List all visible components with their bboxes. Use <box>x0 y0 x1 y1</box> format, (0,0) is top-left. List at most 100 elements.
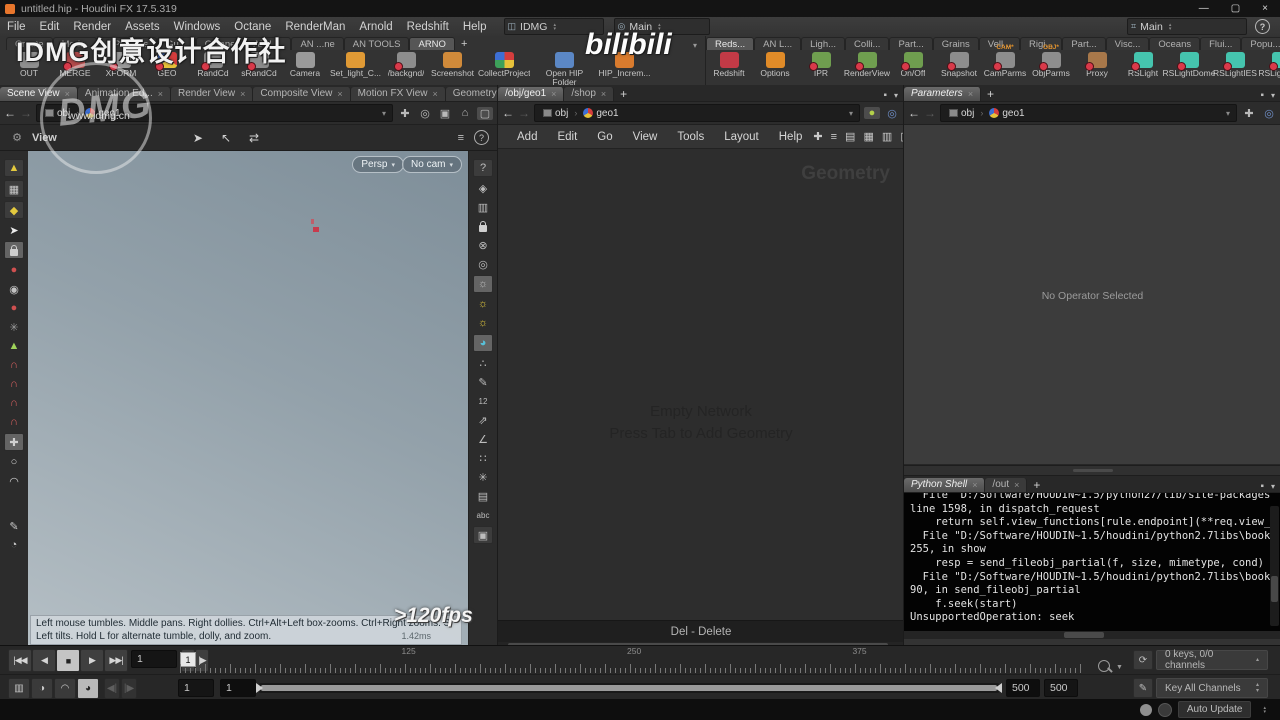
shelf-tab-ligh-[interactable]: Ligh... <box>801 37 846 50</box>
shelf-tool-hip-increm-[interactable]: HIP_Increm... <box>596 52 652 78</box>
show-point-trails-icon[interactable]: ✎ <box>474 374 492 390</box>
spinner-icon[interactable]: ▴ ▾ <box>1169 22 1172 31</box>
global-animation-options-icon[interactable]: ▥ <box>8 678 30 699</box>
headlight-icon[interactable]: ☼ <box>473 275 493 293</box>
play-reverse-button[interactable]: ◀ <box>32 649 56 672</box>
path-field[interactable]: obj › geo1 ▾ <box>534 104 860 122</box>
snap-options-icon[interactable]: ▦ <box>4 180 24 198</box>
breadcrumb-geo1[interactable]: geo1 <box>985 106 1028 120</box>
shelf-tool-rslighties[interactable]: RSLightIES <box>1212 52 1258 78</box>
shelf-tab-colli-[interactable]: Colli... <box>845 37 890 50</box>
close-icon[interactable]: × <box>968 89 973 99</box>
shelf-tool-geo[interactable]: GEO <box>144 52 190 78</box>
point-markers-icon[interactable]: ∷ <box>474 450 492 466</box>
breadcrumb-geo1[interactable]: geo1 <box>579 106 622 120</box>
menu-file[interactable]: File <box>0 18 33 36</box>
show-points-icon[interactable]: ∴ <box>474 355 492 371</box>
shelf-tool-objparms[interactable]: OBJ* ObjParms <box>1028 44 1074 78</box>
select-objects-icon[interactable]: ● <box>5 262 23 278</box>
shelf-tool-set-light-c-[interactable]: Set_light_C... <box>328 52 383 78</box>
shelf-tab-grains[interactable]: Grains <box>932 37 979 50</box>
default-interpolation-icon[interactable]: ◠ <box>54 678 76 699</box>
main-right-select[interactable]: ⌗ Main ▴ ▾ <box>1127 18 1247 35</box>
menu-assets[interactable]: Assets <box>118 18 167 36</box>
minimize-button[interactable]: — <box>1199 3 1209 14</box>
shelf-tool-rslightdome[interactable]: RSLightDome <box>1163 52 1215 78</box>
network-menu-go[interactable]: Go <box>588 131 621 143</box>
select-geometry-icon[interactable]: ◉ <box>5 281 23 297</box>
shelf-tool-renderview[interactable]: RenderView <box>844 52 890 78</box>
cycle-keys-icon[interactable]: ⟳ <box>1133 650 1153 670</box>
shelf-tool-open-hip-folder[interactable]: Open HIP Folder <box>532 52 596 86</box>
camera-select-button[interactable]: No cam ▾ <box>402 156 462 173</box>
caret-down-icon[interactable]: ▾ <box>1271 91 1275 100</box>
viewport-help-icon[interactable]: ? <box>474 130 489 145</box>
tree-view-icon[interactable]: ≡ <box>831 131 837 143</box>
normal-lighting-icon[interactable]: ☼ <box>474 296 492 312</box>
play-button[interactable]: ▶ <box>80 649 104 672</box>
path-field[interactable]: obj › geo1 ▾ <box>940 104 1237 122</box>
menu-renderman[interactable]: RenderMan <box>278 18 352 36</box>
path-dropdown-icon[interactable]: ▾ <box>849 109 855 118</box>
new-pane-tab-button[interactable]: + <box>981 87 1000 101</box>
snapshot-copy-icon[interactable]: ▥ <box>474 199 492 215</box>
shelf-tool-out[interactable]: OUT <box>6 52 52 78</box>
forward-arrow-icon[interactable]: → <box>924 107 936 119</box>
select-cursor-icon[interactable]: ↖ <box>221 131 231 145</box>
help-button[interactable]: ? <box>1255 19 1270 34</box>
snap-point-magnet-icon[interactable]: ∩ <box>5 357 23 373</box>
network-canvas[interactable]: Geometry Empty Network Press Tab to Add … <box>498 149 904 620</box>
pane-tab-render-view[interactable]: Render View × <box>170 87 254 101</box>
go-to-start-button[interactable]: |◀◀ <box>8 649 32 672</box>
shelf-tab-mod-[interactable]: Mod... <box>52 37 97 50</box>
view-tool-icon[interactable]: ▲ <box>4 159 24 177</box>
path-dropdown-icon[interactable]: ▾ <box>1226 109 1232 118</box>
persp-view-button[interactable]: Persp ▾ <box>352 156 404 173</box>
close-icon[interactable]: × <box>972 480 977 490</box>
playback-start-field[interactable]: 1 <box>220 679 256 697</box>
text-overlay-icon[interactable]: abc <box>474 507 492 523</box>
shelf-tool-srandcd[interactable]: sRandCd <box>236 52 282 78</box>
shelf-tool-rslightsun[interactable]: RSLightSun <box>1258 52 1280 78</box>
shelf-tool-ipr[interactable]: IPR <box>798 52 844 78</box>
pane-tab--shop[interactable]: /shop × <box>564 87 615 101</box>
frame-range-slider[interactable] <box>256 683 1002 693</box>
menu-octane[interactable]: Octane <box>227 18 278 36</box>
playback-end-field[interactable]: 500 <box>1044 679 1078 697</box>
shelf-tab-popu-[interactable]: Popu... <box>1241 37 1280 50</box>
shelf-tab-an-tools[interactable]: AN TOOLS <box>343 37 410 50</box>
close-icon[interactable]: × <box>240 89 245 99</box>
secure-selection-icon[interactable] <box>4 241 24 259</box>
stop-button[interactable]: ■ <box>56 649 80 672</box>
construction-plane-icon[interactable]: ◆ <box>4 201 24 219</box>
shelf-tab-flui-[interactable]: Flui... <box>1200 37 1242 50</box>
shelf-tab-an-l-[interactable]: AN L... <box>754 37 802 50</box>
forward-arrow-icon[interactable]: → <box>518 107 530 119</box>
color-correction-icon[interactable]: ● <box>864 107 880 119</box>
add-shelf-tab-button[interactable]: + <box>455 38 473 50</box>
pane-tab--out[interactable]: /out × <box>985 478 1028 492</box>
shelf-tool-on-off[interactable]: On/Off <box>890 52 936 78</box>
close-icon[interactable]: × <box>551 89 556 99</box>
close-icon[interactable]: × <box>1014 480 1019 490</box>
network-menu-view[interactable]: View <box>624 131 667 143</box>
camera-view-icon[interactable]: ▣ <box>473 526 493 544</box>
high-quality-lighting-icon[interactable]: ☼ <box>474 315 492 331</box>
console-vscrollbar[interactable] <box>1270 506 1279 626</box>
shelf-tool-options[interactable]: Options <box>752 52 798 78</box>
pane-tab-animation-ed-[interactable]: Animation Ed... × <box>77 87 171 101</box>
close-icon[interactable]: × <box>65 89 70 99</box>
prev-key-button[interactable]: ◀| <box>104 678 120 699</box>
shelf-tab-an-ne[interactable]: AN ...ne <box>291 37 344 50</box>
shelf-tool-redshift[interactable]: Redshift <box>706 52 752 78</box>
forward-arrow-icon[interactable]: → <box>20 107 32 119</box>
snap-edge-magnet-icon[interactable]: ∩ <box>5 376 23 392</box>
radial-menu-icon[interactable]: ◎ <box>417 107 433 120</box>
selection-lasso-icon[interactable]: ◠ <box>5 473 23 489</box>
disable-lighting-icon[interactable]: ⊗ <box>474 237 492 253</box>
shelf-tab-octane[interactable]: Octane <box>195 37 245 50</box>
render-pen-icon[interactable]: ✎ <box>5 518 23 534</box>
shelf-tab-part-[interactable]: Part... <box>1062 37 1106 50</box>
network-menu-layout[interactable]: Layout <box>715 131 768 143</box>
console-hscrollbar[interactable] <box>904 631 1280 639</box>
